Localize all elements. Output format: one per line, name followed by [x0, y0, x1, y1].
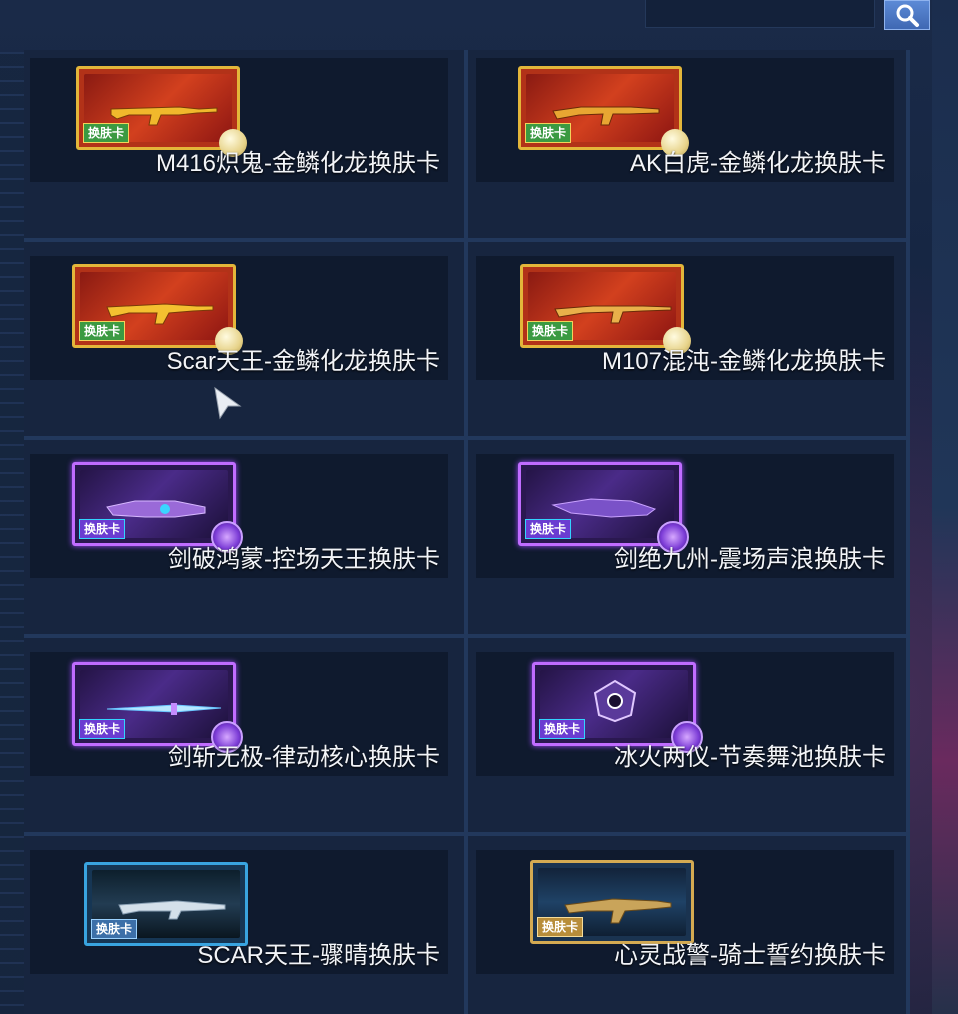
skin-card-thumbnail: 换肤卡 [518, 462, 689, 553]
skin-card-label: 心灵战警-骑士誓约换肤卡 [614, 942, 886, 969]
skin-card-thumbnail: 换肤卡 [72, 264, 243, 355]
skin-card-thumbnail: 换肤卡 [520, 264, 691, 355]
skin-card-thumbnail: 换肤卡 [72, 462, 243, 553]
skin-card-label: 剑斩无极-律动核心换肤卡 [168, 744, 440, 771]
skin-card-label: M107混沌-金鳞化龙换肤卡 [601, 348, 886, 375]
skin-card-item[interactable]: 换肤卡 SCAR天王-骤晴换肤卡 [30, 850, 448, 974]
skin-card-item[interactable]: 换肤卡 心灵战警-骑士誓约换肤卡 [476, 850, 894, 974]
orb-icon [593, 679, 637, 723]
skin-card-item[interactable]: 换肤卡 剑绝九州-震场声浪换肤卡 [476, 454, 894, 578]
skin-card-thumbnail: 换肤卡 [518, 66, 689, 157]
skin-card-label: SCAR天王-骤晴换肤卡 [197, 942, 440, 969]
skin-card-thumbnail: 换肤卡 [530, 860, 694, 944]
left-scroll-ruler [0, 52, 24, 1014]
skin-card-label: 剑绝九州-震场声浪换肤卡 [614, 546, 886, 573]
skin-card-tag: 换肤卡 [79, 719, 126, 739]
right-edge-panel [932, 0, 958, 1014]
search-button[interactable] [884, 0, 930, 30]
skin-card-item[interactable]: 换肤卡 冰火两仪-节奏舞池换肤卡 [476, 652, 894, 776]
skin-card-tag: 换肤卡 [525, 519, 572, 539]
skin-card-tag: 换肤卡 [83, 123, 130, 143]
skin-card-tag: 换肤卡 [79, 519, 126, 539]
skin-card-thumbnail: 换肤卡 [76, 66, 247, 157]
skin-card-label: M416炽鬼-金鳞化龙换肤卡 [155, 150, 440, 177]
search-input[interactable] [645, 0, 875, 28]
skin-card-item[interactable]: 换肤卡 剑斩无极-律动核心换肤卡 [30, 652, 448, 776]
skin-card-tag: 换肤卡 [525, 123, 572, 143]
skin-card-item[interactable]: 换肤卡 AK白虎-金鳞化龙换肤卡 [476, 58, 894, 182]
skin-card-thumbnail: 换肤卡 [72, 662, 243, 753]
skin-card-label: 剑破鸿蒙-控场天王换肤卡 [168, 546, 440, 573]
skin-card-tag: 换肤卡 [527, 321, 574, 341]
skin-card-tag: 换肤卡 [79, 321, 126, 341]
skin-card-tag: 换肤卡 [537, 917, 584, 937]
grid-divider [906, 50, 910, 1014]
skin-card-item[interactable]: 换肤卡 Scar天王-金鳞化龙换肤卡 [30, 256, 448, 380]
skin-card-tag: 换肤卡 [91, 919, 138, 939]
skin-card-label: Scar天王-金鳞化龙换肤卡 [166, 348, 440, 375]
grid-divider [464, 50, 468, 1014]
skin-card-thumbnail: 换肤卡 [84, 862, 248, 946]
skin-card-label: AK白虎-金鳞化龙换肤卡 [629, 150, 886, 177]
skin-card-item[interactable]: 换肤卡 剑破鸿蒙-控场天王换肤卡 [30, 454, 448, 578]
mouse-cursor-icon [214, 386, 242, 420]
skin-card-thumbnail: 换肤卡 [532, 662, 703, 753]
search-icon [896, 4, 919, 27]
skin-card-item[interactable]: 换肤卡 M416炽鬼-金鳞化龙换肤卡 [30, 58, 448, 182]
skin-card-label: 冰火两仪-节奏舞池换肤卡 [614, 744, 886, 771]
skin-card-tag: 换肤卡 [539, 719, 586, 739]
skin-card-item[interactable]: 换肤卡 M107混沌-金鳞化龙换肤卡 [476, 256, 894, 380]
